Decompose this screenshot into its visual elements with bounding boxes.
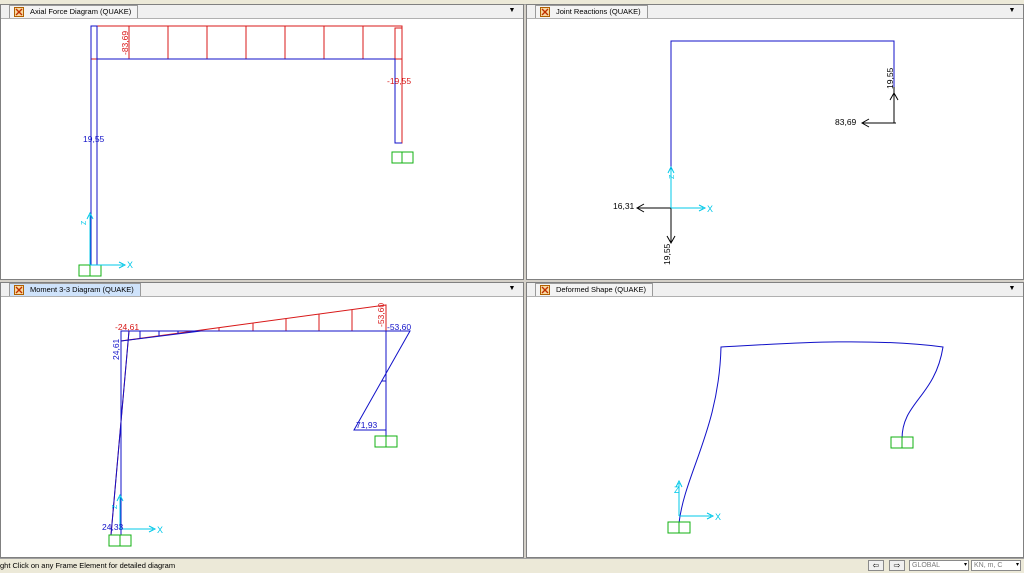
chevron-down-icon: ▾ bbox=[963, 562, 967, 568]
z-axis-label: Z bbox=[669, 174, 676, 179]
tab-label: Joint Reactions (QUAKE) bbox=[556, 7, 641, 16]
diagram-icon bbox=[540, 285, 550, 295]
axial-force-pane[interactable]: Axial Force Diagram (QUAKE) ▼ Z X -83,69 bbox=[0, 4, 524, 280]
units-value: KN, m, C bbox=[974, 562, 1003, 569]
x-axis-label: X bbox=[157, 525, 163, 535]
chevron-down-icon: ▾ bbox=[1015, 562, 1019, 568]
axial-pane-tabbar: Axial Force Diagram (QUAKE) ▼ bbox=[1, 5, 523, 19]
deformed-frame bbox=[678, 341, 944, 524]
units-select[interactable]: KN, m, C ▾ bbox=[971, 560, 1021, 571]
joint-reactions-diagram[interactable]: 19,55 83,69 16,31 19,55 Z X bbox=[527, 19, 1023, 279]
x-axis-label: X bbox=[715, 512, 721, 522]
left-column-value: 19,55 bbox=[83, 134, 105, 144]
next-button[interactable]: ⇨ bbox=[889, 560, 905, 571]
diagram-icon bbox=[14, 7, 24, 17]
beam-axial-value: -83,69 bbox=[120, 31, 130, 55]
bottom-left-value: 24,33 bbox=[102, 522, 124, 532]
moment-pane[interactable]: Moment 3-3 Diagram (QUAKE) ▼ Z X -24,61 … bbox=[0, 282, 524, 558]
tab-label: Deformed Shape (QUAKE) bbox=[556, 285, 647, 294]
deformed-shape-diagram[interactable]: Z X bbox=[527, 297, 1023, 557]
right-bottom-value: 71,93 bbox=[356, 420, 378, 430]
right-column-value: -19,55 bbox=[387, 76, 411, 86]
z-axis-label: Z bbox=[112, 504, 119, 509]
diagram-icon bbox=[540, 7, 550, 17]
top-left-blue-value: 24,61 bbox=[111, 338, 121, 360]
axial-force-diagram[interactable]: Z X -83,69 -19,55 19,55 bbox=[1, 19, 523, 279]
status-message: ght Click on any Frame Element for detai… bbox=[0, 561, 176, 570]
z-axis-label: Z bbox=[674, 485, 680, 495]
status-bar: ght Click on any Frame Element for detai… bbox=[0, 558, 1024, 573]
pane-dropdown-button[interactable]: ▼ bbox=[1007, 283, 1017, 295]
coordinate-system-select[interactable]: GLOBAL ▾ bbox=[909, 560, 969, 571]
pane-dropdown-button[interactable]: ▼ bbox=[1007, 5, 1017, 17]
reaction-right-vertical-value: 19,55 bbox=[885, 67, 895, 89]
beam-moment-negative bbox=[120, 330, 202, 342]
tab-axial-force[interactable]: Axial Force Diagram (QUAKE) bbox=[9, 5, 139, 18]
top-left-red-value: -24,61 bbox=[115, 322, 139, 332]
pane-dropdown-button[interactable]: ▼ bbox=[507, 5, 517, 17]
tab-label: Axial Force Diagram (QUAKE) bbox=[30, 7, 132, 16]
pane-dropdown-button[interactable]: ▼ bbox=[507, 283, 517, 295]
frame-outline bbox=[96, 58, 402, 265]
previous-button[interactable]: ⇦ bbox=[868, 560, 884, 571]
joint-reactions-pane[interactable]: Joint Reactions (QUAKE) ▼ 19,55 83,69 16… bbox=[526, 4, 1024, 280]
joint-pane-tabbar: Joint Reactions (QUAKE) ▼ bbox=[527, 5, 1023, 19]
frame-outline bbox=[670, 40, 895, 194]
reaction-right-horizontal-value: 83,69 bbox=[835, 117, 857, 127]
x-axis-label: X bbox=[707, 204, 713, 214]
deformed-shape-pane[interactable]: Deformed Shape (QUAKE) ▼ Z X bbox=[526, 282, 1024, 558]
coordinate-system-value: GLOBAL bbox=[912, 562, 941, 569]
reaction-left-vertical-value: 19,55 bbox=[662, 243, 672, 265]
z-axis-label: Z bbox=[81, 220, 88, 225]
top-right-red-value: -53,60 bbox=[376, 303, 386, 327]
diagram-icon bbox=[14, 285, 24, 295]
tab-moment-3-3[interactable]: Moment 3-3 Diagram (QUAKE) bbox=[9, 283, 141, 296]
moment-pane-tabbar: Moment 3-3 Diagram (QUAKE) ▼ bbox=[1, 283, 523, 297]
x-axis-label: X bbox=[127, 260, 133, 270]
deformed-pane-tabbar: Deformed Shape (QUAKE) ▼ bbox=[527, 283, 1023, 297]
left-column-axial bbox=[90, 25, 98, 266]
frame-outline bbox=[120, 330, 387, 535]
moment-diagram[interactable]: Z X -24,61 24,61 -53,60 -53,60 71,93 24,… bbox=[1, 297, 523, 557]
tab-deformed-shape[interactable]: Deformed Shape (QUAKE) bbox=[535, 283, 654, 296]
reaction-left-horizontal-value: 16,31 bbox=[613, 201, 635, 211]
tab-joint-reactions[interactable]: Joint Reactions (QUAKE) bbox=[535, 5, 648, 18]
axial-hatch bbox=[128, 26, 364, 59]
tab-label: Moment 3-3 Diagram (QUAKE) bbox=[30, 285, 134, 294]
top-right-blue-value: -53,60 bbox=[387, 322, 411, 332]
